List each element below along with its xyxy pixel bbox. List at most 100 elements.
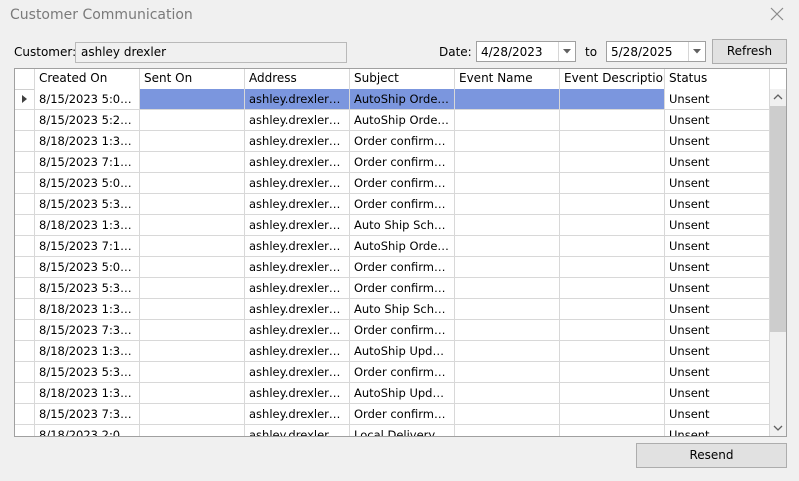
row-header[interactable] xyxy=(15,425,35,436)
row-header[interactable] xyxy=(15,341,35,362)
row-header[interactable] xyxy=(15,173,35,194)
cell-event-name[interactable] xyxy=(455,89,560,110)
table-row[interactable]: 8/15/2023 5:34:0... ashley.drexler@fi... O… xyxy=(15,362,770,383)
cell-event-name[interactable] xyxy=(455,173,560,194)
cell-status[interactable]: Unsent xyxy=(665,362,770,383)
cell-status[interactable]: Unsent xyxy=(665,236,770,257)
cell-status[interactable]: Unsent xyxy=(665,404,770,425)
cell-created-on[interactable]: 8/15/2023 5:34:0... xyxy=(35,362,140,383)
cell-event-name[interactable] xyxy=(455,341,560,362)
cell-created-on[interactable]: 8/15/2023 5:34:0... xyxy=(35,278,140,299)
cell-subject[interactable]: Order confirmati... xyxy=(350,194,455,215)
cell-status[interactable]: Unsent xyxy=(665,173,770,194)
cell-address[interactable]: ashley.drexler@fi... xyxy=(245,215,350,236)
cell-created-on[interactable]: 8/18/2023 1:31:0... xyxy=(35,131,140,152)
table-row[interactable]: 8/15/2023 5:24:0... ashley.drexler@fi... A… xyxy=(15,110,770,131)
cell-address[interactable]: ashley.drexler@fi... xyxy=(245,299,350,320)
cell-created-on[interactable]: 8/18/2023 1:33:0... xyxy=(35,383,140,404)
cell-address[interactable]: ashley.drexler@fi... xyxy=(245,362,350,383)
cell-address[interactable]: ashley.drexler@fi... xyxy=(245,404,350,425)
cell-address[interactable]: ashley.drexler@fi... xyxy=(245,173,350,194)
cell-sent-on[interactable] xyxy=(140,173,245,194)
cell-status[interactable]: Unsent xyxy=(665,257,770,278)
cell-subject[interactable]: Auto Ship Sched... xyxy=(350,215,455,236)
cell-event-description[interactable] xyxy=(560,173,665,194)
row-header[interactable] xyxy=(15,257,35,278)
cell-sent-on[interactable] xyxy=(140,194,245,215)
table-row[interactable]: 8/18/2023 2:05:1... ashley.drexler@fi... L… xyxy=(15,425,770,436)
customer-field[interactable]: ashley drexler xyxy=(75,42,347,63)
column-header-status[interactable]: Status xyxy=(665,69,770,89)
column-header-event-name[interactable]: Event Name xyxy=(455,69,560,89)
cell-status[interactable]: Unsent xyxy=(665,278,770,299)
cell-status[interactable]: Unsent xyxy=(665,383,770,404)
cell-created-on[interactable]: 8/15/2023 7:12:0... xyxy=(35,236,140,257)
cell-event-description[interactable] xyxy=(560,362,665,383)
cell-event-description[interactable] xyxy=(560,194,665,215)
cell-address[interactable]: ashley.drexler@fi... xyxy=(245,236,350,257)
table-row[interactable]: 8/15/2023 7:12:0... ashley.drexler@fi... O… xyxy=(15,152,770,173)
cell-subject[interactable]: Order confirmati... xyxy=(350,278,455,299)
table-row[interactable]: 8/18/2023 1:31:0... ashley.drexler@fi... A… xyxy=(15,215,770,236)
cell-event-description[interactable] xyxy=(560,299,665,320)
cell-sent-on[interactable] xyxy=(140,383,245,404)
cell-event-name[interactable] xyxy=(455,404,560,425)
cell-event-name[interactable] xyxy=(455,320,560,341)
cell-sent-on[interactable] xyxy=(140,131,245,152)
cell-sent-on[interactable] xyxy=(140,215,245,236)
cell-sent-on[interactable] xyxy=(140,404,245,425)
row-header[interactable] xyxy=(15,383,35,404)
cell-event-description[interactable] xyxy=(560,89,665,110)
cell-subject[interactable]: Order confirmati... xyxy=(350,362,455,383)
cell-status[interactable]: Unsent xyxy=(665,194,770,215)
cell-sent-on[interactable] xyxy=(140,236,245,257)
cell-created-on[interactable]: 8/18/2023 1:31:0... xyxy=(35,299,140,320)
scroll-up-button[interactable] xyxy=(770,89,786,106)
cell-address[interactable]: ashley.drexler@fi... xyxy=(245,257,350,278)
cell-sent-on[interactable] xyxy=(140,362,245,383)
cell-event-name[interactable] xyxy=(455,236,560,257)
chevron-down-icon[interactable] xyxy=(558,42,575,61)
cell-sent-on[interactable] xyxy=(140,257,245,278)
cell-created-on[interactable]: 8/18/2023 1:33:0... xyxy=(35,341,140,362)
date-from-picker[interactable]: 4/28/2023 xyxy=(476,41,576,62)
cell-subject[interactable]: Order confirmati... xyxy=(350,404,455,425)
table-row[interactable]: 8/18/2023 1:31:0... ashley.drexler@fi... A… xyxy=(15,299,770,320)
cell-event-description[interactable] xyxy=(560,341,665,362)
cell-event-description[interactable] xyxy=(560,131,665,152)
cell-address[interactable]: ashley.drexler@fi... xyxy=(245,194,350,215)
cell-sent-on[interactable] xyxy=(140,152,245,173)
cell-event-name[interactable] xyxy=(455,215,560,236)
cell-event-name[interactable] xyxy=(455,383,560,404)
cell-status[interactable]: Unsent xyxy=(665,131,770,152)
cell-event-description[interactable] xyxy=(560,278,665,299)
cell-sent-on[interactable] xyxy=(140,320,245,341)
column-header-address[interactable]: Address xyxy=(245,69,350,89)
cell-status[interactable]: Unsent xyxy=(665,152,770,173)
cell-subject[interactable]: Order confirmati... xyxy=(350,257,455,278)
date-to-picker[interactable]: 5/28/2025 xyxy=(606,41,706,62)
cell-event-name[interactable] xyxy=(455,194,560,215)
table-row[interactable]: 8/15/2023 7:38:0... ashley.drexler@fi... O… xyxy=(15,404,770,425)
cell-event-name[interactable] xyxy=(455,152,560,173)
column-header-sent-on[interactable]: Sent On xyxy=(140,69,245,89)
cell-event-description[interactable] xyxy=(560,152,665,173)
table-row[interactable]: 8/15/2023 5:04:0... ashley.drexler@fi... O… xyxy=(15,257,770,278)
cell-sent-on[interactable] xyxy=(140,425,245,436)
scroll-down-button[interactable] xyxy=(770,420,786,436)
cell-created-on[interactable]: 8/15/2023 5:04:0... xyxy=(35,257,140,278)
table-row[interactable]: 8/15/2023 7:37:0... ashley.drexler@fi... O… xyxy=(15,320,770,341)
cell-subject[interactable]: Auto Ship Sched... xyxy=(350,299,455,320)
refresh-button[interactable]: Refresh xyxy=(712,39,787,64)
cell-created-on[interactable]: 8/15/2023 7:12:0... xyxy=(35,152,140,173)
cell-subject[interactable]: Order confirmati... xyxy=(350,320,455,341)
row-header[interactable] xyxy=(15,194,35,215)
table-row[interactable]: 8/18/2023 1:31:0... ashley.drexler@fi... O… xyxy=(15,131,770,152)
table-row[interactable]: 8/15/2023 5:34:0... ashley.drexler@fi... O… xyxy=(15,278,770,299)
cell-status[interactable]: Unsent xyxy=(665,89,770,110)
cell-address[interactable]: ashley.drexler@fi... xyxy=(245,383,350,404)
cell-event-description[interactable] xyxy=(560,383,665,404)
row-header[interactable] xyxy=(15,320,35,341)
cell-address[interactable]: ashley.drexler@fi... xyxy=(245,152,350,173)
row-header[interactable] xyxy=(15,299,35,320)
